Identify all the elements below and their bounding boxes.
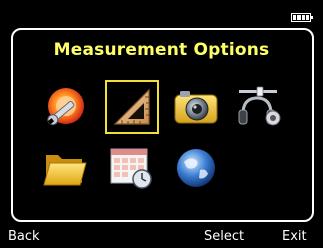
headphones-audio-icon <box>238 86 281 126</box>
select-button[interactable]: Select <box>204 229 244 244</box>
camera-icon <box>174 91 218 124</box>
calendar-clock-icon <box>110 148 152 189</box>
menu-item-settings[interactable] <box>40 82 90 132</box>
set-square-measure-icon <box>113 88 150 125</box>
menu-item-camera[interactable] <box>171 82 221 132</box>
menu-item-schedule[interactable] <box>107 143 157 193</box>
back-button[interactable]: Back <box>8 229 40 244</box>
menu-item-files[interactable] <box>40 143 90 193</box>
battery-icon <box>291 13 313 22</box>
softkey-bar: Back Select Exit <box>0 226 323 248</box>
wrench-settings-icon <box>47 88 84 126</box>
folder-icon <box>43 155 87 186</box>
menu-item-measure[interactable] <box>105 80 159 134</box>
page-title: Measurement Options <box>53 40 270 60</box>
globe-icon <box>177 149 215 187</box>
menu-item-network[interactable] <box>171 143 221 193</box>
exit-button[interactable]: Exit <box>282 229 307 244</box>
menu-item-audio[interactable] <box>234 82 284 132</box>
